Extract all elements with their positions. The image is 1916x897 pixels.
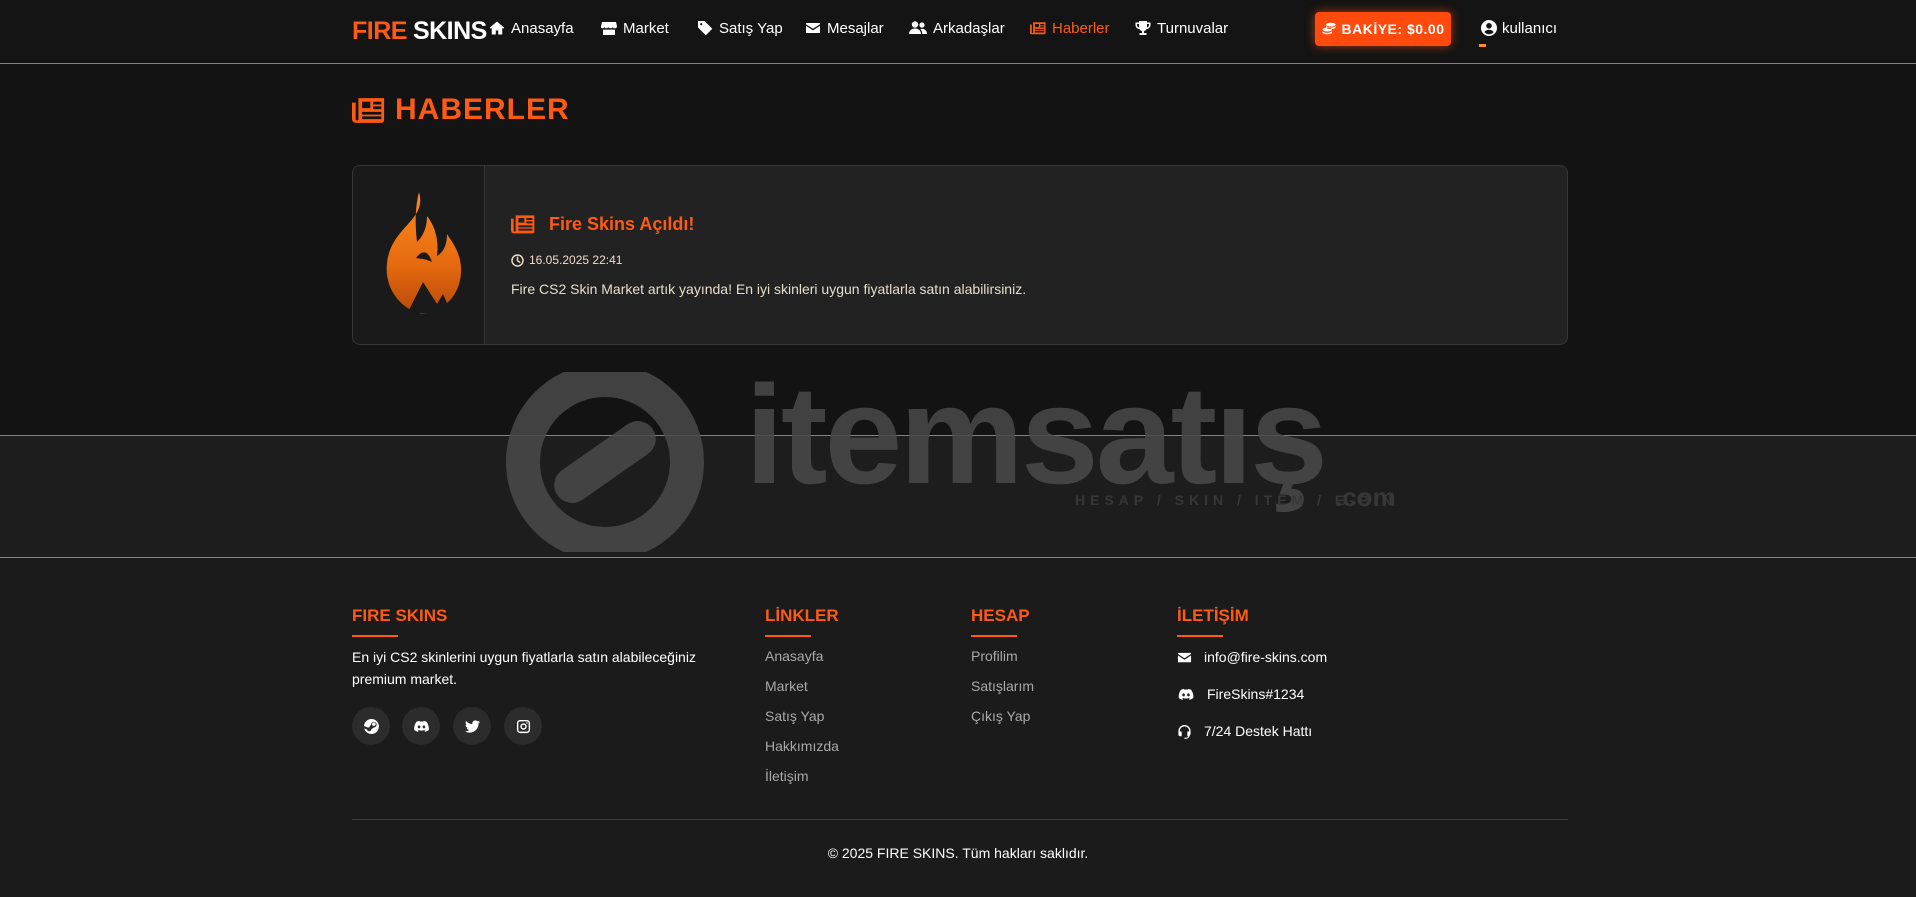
newspaper-icon (352, 98, 385, 123)
chain-link-icon (506, 372, 704, 552)
footer-links-heading: LİNKLER (765, 606, 839, 625)
contact-discord[interactable]: FireSkins#1234 (1177, 684, 1304, 704)
home-icon (489, 21, 505, 35)
news-title[interactable]: Fire Skins Açıldı! (511, 211, 694, 237)
nav-label: Arkadaşlar (933, 19, 1005, 37)
copyright-text: © 2025 FIRE SKINS. Tüm hakları saklıdır. (827, 845, 1089, 861)
username-label: kullanıcı (1502, 19, 1558, 37)
instagram-icon (516, 719, 530, 733)
watermark-word: itemsatış (745, 356, 1328, 513)
news-body: Fire CS2 Skin Market artık yayında! En i… (511, 281, 1027, 297)
coins-icon (1321, 22, 1336, 35)
contact-support-text: 7/24 Destek Hattı (1204, 723, 1313, 739)
footer-heading-rule (765, 635, 811, 637)
balance-button[interactable]: BAKİYE: $0.00 (1315, 12, 1451, 46)
footer-link-logout[interactable]: Çıkış Yap (971, 708, 1030, 724)
nav-label: Haberler (1052, 19, 1110, 37)
social-instagram-button[interactable] (504, 707, 542, 745)
footer-heading-rule (352, 635, 398, 637)
footer-divider (352, 819, 1568, 820)
fire-logo-icon (386, 192, 462, 314)
contact-email-text: info@fire-skins.com (1204, 649, 1328, 665)
nav-label: Turnuvalar (1157, 19, 1229, 37)
nav-item-tournaments[interactable]: Turnuvalar (1135, 17, 1228, 39)
footer-link-home[interactable]: Anasayfa (765, 648, 823, 664)
social-twitter-button[interactable] (453, 707, 491, 745)
discord-icon (413, 720, 429, 732)
footer-link-profile[interactable]: Profilim (971, 648, 1018, 664)
nav-item-news[interactable]: Haberler (1030, 17, 1110, 39)
footer: FIRE SKINS En iyi CS2 skinlerini uygun f… (0, 558, 1916, 897)
contact-support[interactable]: 7/24 Destek Hattı (1177, 721, 1312, 741)
nav-item-home[interactable]: Anasayfa (489, 17, 574, 39)
store-icon (601, 22, 617, 35)
nav-item-messages[interactable]: Mesajlar (805, 17, 884, 39)
brand-part1: FIRE (352, 17, 407, 45)
tag-icon (698, 21, 713, 36)
steam-icon (363, 718, 379, 734)
user-menu[interactable]: kullanıcı (1481, 17, 1557, 39)
watermark-suffix: .com (1335, 482, 1396, 512)
users-icon (909, 21, 927, 34)
contact-email[interactable]: info@fire-skins.com (1177, 647, 1327, 667)
footer-link-about[interactable]: Hakkımızda (765, 738, 839, 754)
nav-label: Market (623, 19, 669, 37)
headset-icon (1178, 724, 1191, 739)
watermark-logo: itemsatış HESAP / SKIN / ITEM / E-PIN .c… (495, 360, 1425, 552)
nav-item-market[interactable]: Market (601, 17, 669, 39)
balance-label: BAKİYE: $0.00 (1341, 21, 1445, 37)
footer-account-heading: HESAP (971, 606, 1030, 625)
social-discord-button[interactable] (402, 707, 440, 745)
news-date-text: 16.05.2025 22:41 (529, 253, 623, 267)
news-thumbnail (353, 166, 485, 344)
news-date: 16.05.2025 22:41 (511, 251, 622, 269)
notification-dot (1479, 44, 1486, 47)
footer-link-sell[interactable]: Satış Yap (765, 708, 824, 724)
footer-contact-heading: İLETİŞİM (1177, 606, 1249, 625)
brand-part2: SKINS (412, 17, 487, 45)
twitter-icon (464, 719, 480, 733)
envelope-icon (806, 23, 820, 33)
page-title: HABERLER (352, 92, 570, 128)
clock-icon (511, 253, 524, 267)
brand-logo[interactable]: FIRE SKINS (352, 14, 487, 48)
news-title-text: Fire Skins Açıldı! (549, 213, 695, 234)
discord-icon (1178, 688, 1194, 700)
footer-heading-rule (971, 635, 1017, 637)
newspaper-icon (511, 215, 535, 234)
nav-item-sell[interactable]: Satış Yap (697, 17, 783, 39)
newspaper-icon (1030, 22, 1046, 35)
envelope-icon (1177, 652, 1192, 662)
footer-about-text: En iyi CS2 skinlerini uygun fiyatlarla s… (352, 649, 696, 687)
nav-label: Anasayfa (511, 19, 574, 37)
footer-link-market[interactable]: Market (765, 678, 808, 694)
footer-link-my-sales[interactable]: Satışlarım (971, 678, 1034, 694)
nav-label: Satış Yap (719, 19, 783, 37)
news-card[interactable]: Fire Skins Açıldı! 16.05.2025 22:41 Fire… (352, 165, 1568, 345)
footer-heading-rule (1177, 635, 1223, 637)
nav-label: Mesajlar (827, 19, 884, 37)
top-navbar: FIRE SKINS Anasayfa Market Satış Yap Mesa… (0, 0, 1916, 64)
social-steam-button[interactable] (352, 707, 390, 745)
contact-discord-text: FireSkins#1234 (1207, 686, 1305, 702)
trophy-icon (1135, 21, 1151, 35)
page-title-text: HABERLER (395, 93, 570, 126)
user-circle-icon (1481, 20, 1497, 36)
footer-about-heading: FIRE SKINS (352, 606, 448, 625)
footer-link-contact[interactable]: İletişim (765, 768, 809, 784)
nav-item-friends[interactable]: Arkadaşlar (909, 17, 1005, 39)
